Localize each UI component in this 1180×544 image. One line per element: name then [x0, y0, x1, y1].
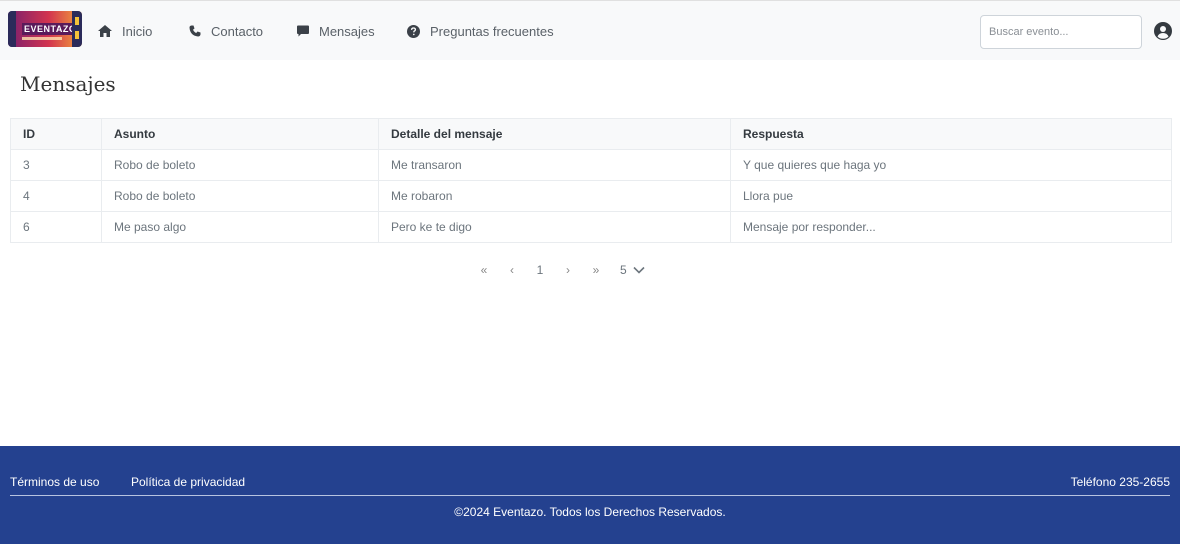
nav-inicio-label: Inicio [122, 23, 153, 39]
home-icon [98, 25, 112, 37]
prev-page-button[interactable]: ‹ [498, 263, 526, 277]
nav-preguntas-frecuentes[interactable]: Preguntas frecuentes [407, 1, 554, 61]
cell-detalle: Pero ke te digo [378, 211, 731, 243]
table-header-row: ID Asunto Detalle del mensaje Respuesta [10, 118, 1172, 150]
navbar: EVENTAZO Inicio Contacto Mensajes Pregun… [0, 0, 1180, 60]
last-page-button[interactable]: » [582, 263, 610, 277]
search-input[interactable] [980, 15, 1142, 49]
nav-mensajes[interactable]: Mensajes [297, 1, 375, 61]
column-header-asunto[interactable]: Asunto [101, 118, 379, 150]
table-row[interactable]: 3 Robo de boleto Me transaron Y que quie… [10, 149, 1172, 181]
cell-respuesta: Mensaje por responder... [730, 211, 1172, 243]
question-circle-icon [407, 24, 420, 38]
first-page-button[interactable]: « [470, 263, 498, 277]
rows-per-page-value: 5 [620, 263, 627, 277]
cell-id: 3 [10, 149, 102, 181]
paginator: « ‹ 1 › » 5 [470, 258, 645, 282]
footer: Términos de uso Política de privacidad T… [0, 446, 1180, 544]
nav-contacto[interactable]: Contacto [189, 1, 263, 61]
nav-faq-label: Preguntas frecuentes [430, 23, 554, 39]
cell-asunto: Robo de boleto [101, 180, 379, 212]
table-row[interactable]: 4 Robo de boleto Me robaron Llora pue [10, 180, 1172, 212]
messages-table: ID Asunto Detalle del mensaje Respuesta … [10, 118, 1172, 243]
logo-text: EVENTAZO [22, 23, 79, 35]
footer-copyright: ©2024 Eventazo. Todos los Derechos Reser… [454, 505, 726, 519]
cell-detalle: Me transaron [378, 149, 731, 181]
cell-id: 6 [10, 211, 102, 243]
column-header-id[interactable]: ID [10, 118, 102, 150]
terms-link[interactable]: Términos de uso [10, 475, 99, 489]
nav-contacto-label: Contacto [211, 23, 264, 39]
next-page-button[interactable]: › [554, 263, 582, 277]
cell-asunto: Robo de boleto [101, 149, 379, 181]
page-title: Mensajes [20, 72, 116, 96]
cell-id: 4 [10, 180, 102, 212]
cell-respuesta: Y que quieres que haga yo [730, 149, 1172, 181]
page-button-1[interactable]: 1 [526, 263, 554, 277]
cell-asunto: Me paso algo [101, 211, 379, 243]
footer-divider [10, 495, 1170, 496]
nav-inicio[interactable]: Inicio [98, 1, 152, 61]
brand-logo[interactable]: EVENTAZO [8, 11, 82, 47]
user-circle-icon[interactable] [1154, 22, 1172, 40]
rows-per-page-dropdown[interactable]: 5 [620, 263, 645, 277]
chevron-down-icon [633, 266, 645, 274]
column-header-respuesta[interactable]: Respuesta [730, 118, 1172, 150]
message-icon [297, 25, 309, 37]
phone-icon [189, 25, 201, 37]
cell-detalle: Me robaron [378, 180, 731, 212]
table-row[interactable]: 6 Me paso algo Pero ke te digo Mensaje p… [10, 211, 1172, 243]
nav-mensajes-label: Mensajes [319, 23, 375, 39]
cell-respuesta: Llora pue [730, 180, 1172, 212]
column-header-detalle[interactable]: Detalle del mensaje [378, 118, 731, 150]
footer-phone: Teléfono 235-2655 [1070, 475, 1170, 489]
privacy-link[interactable]: Política de privacidad [131, 475, 245, 489]
